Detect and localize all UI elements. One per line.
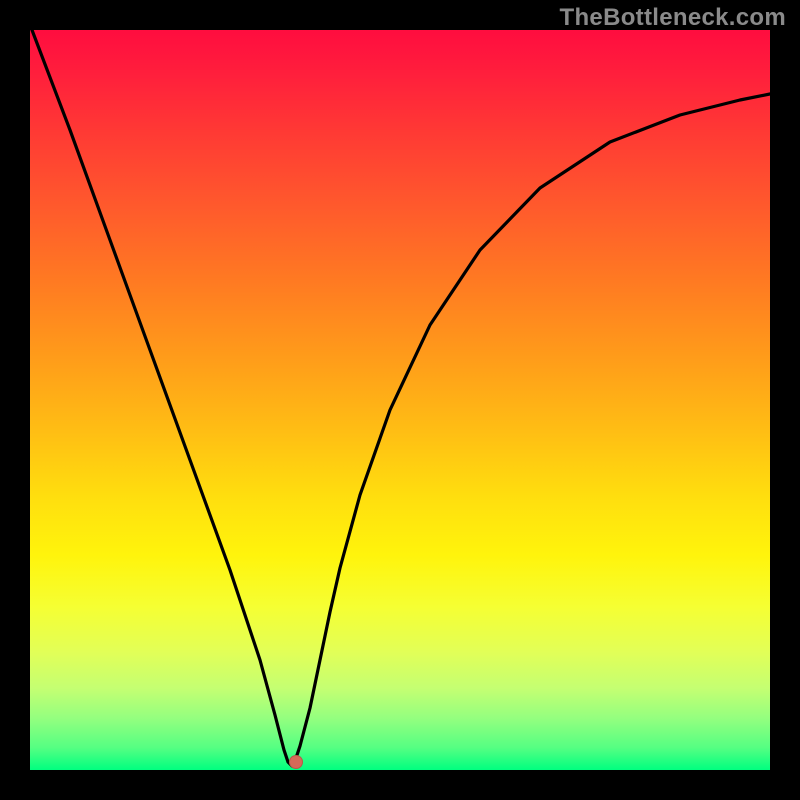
chart-frame: TheBottleneck.com (0, 0, 800, 800)
watermark-text: TheBottleneck.com (560, 4, 786, 32)
optimal-point-marker (289, 755, 303, 769)
bottleneck-curve (30, 30, 770, 770)
plot-area (30, 30, 770, 770)
